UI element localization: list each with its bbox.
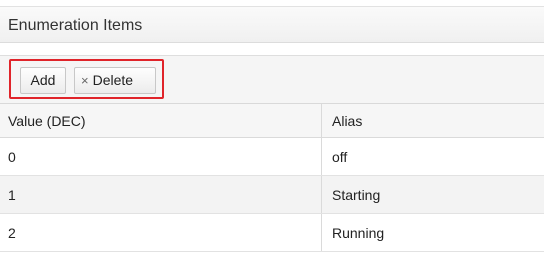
grid-header: Value (DEC) Alias <box>0 104 544 138</box>
alias-cell[interactable]: off <box>322 138 544 175</box>
column-header-value[interactable]: Value (DEC) <box>0 104 322 137</box>
alias-cell[interactable]: Starting <box>322 176 544 213</box>
alias-text: Running <box>332 224 385 241</box>
close-icon: × <box>81 73 89 88</box>
column-header-value-label: Value (DEC) <box>8 112 86 129</box>
column-header-alias[interactable]: Alias <box>322 104 544 137</box>
panel-header: Enumeration Items <box>0 6 544 43</box>
value-text: 1 <box>8 186 16 203</box>
alias-text: off <box>332 148 348 165</box>
value-text: 2 <box>8 224 16 241</box>
alias-text: Starting <box>332 186 381 203</box>
table-row[interactable]: 0 off <box>0 138 544 176</box>
panel-title: Enumeration Items <box>8 17 143 34</box>
value-cell[interactable]: 2 <box>0 214 322 251</box>
add-button-label: Add <box>30 72 56 88</box>
add-button[interactable]: Add <box>20 67 66 94</box>
value-text: 0 <box>8 148 16 165</box>
toolbar: Add × Delete <box>0 55 544 104</box>
spacer <box>0 43 544 55</box>
table-row[interactable]: 1 Starting <box>0 176 544 214</box>
delete-button-label: Delete <box>92 72 134 88</box>
alias-cell[interactable]: Running <box>322 214 544 251</box>
table-row[interactable]: 2 Running <box>0 214 544 252</box>
value-cell[interactable]: 1 <box>0 176 322 213</box>
delete-button[interactable]: × Delete <box>74 67 156 94</box>
enumeration-items-panel: Enumeration Items Add × Delete Value (DEC… <box>0 0 544 262</box>
value-cell[interactable]: 0 <box>0 138 322 175</box>
column-header-alias-label: Alias <box>332 112 363 129</box>
